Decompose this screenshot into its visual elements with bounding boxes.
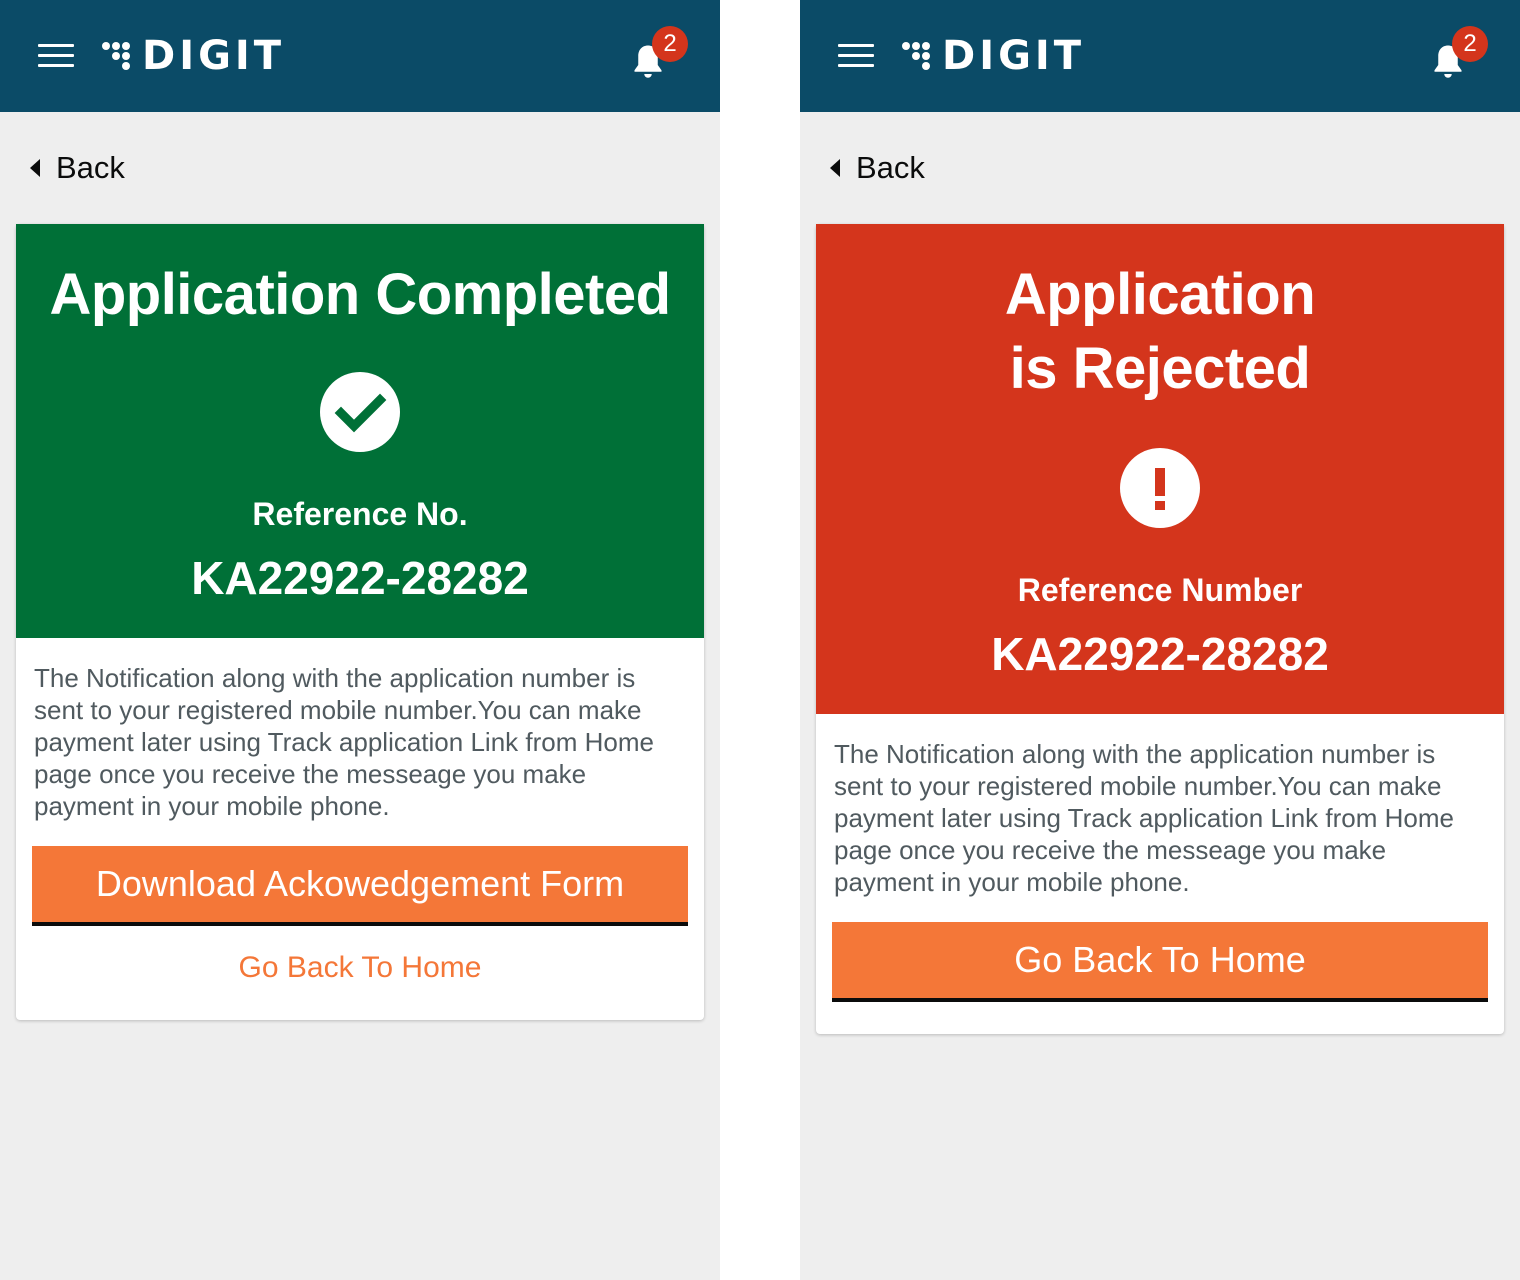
completed-screen: DIGIT 2 Back Application Completed Refer…	[0, 0, 720, 1280]
rejected-screen: DIGIT 2 Back Application is Rejected Ref…	[800, 0, 1520, 1280]
reference-number: KA22922-28282	[991, 628, 1329, 680]
top-bar: DIGIT 2	[800, 0, 1520, 112]
banner-title: Application Completed	[16, 258, 704, 332]
digit-logo: DIGIT	[100, 34, 285, 78]
back-link[interactable]: Back	[830, 148, 925, 188]
go-back-home-button[interactable]: Go Back To Home	[832, 922, 1488, 1002]
title-line-1: Application	[1004, 262, 1316, 327]
success-banner: Application Completed Reference No. KA22…	[16, 224, 704, 638]
reference-number: KA22922-28282	[191, 552, 529, 604]
notification-badge: 2	[1452, 26, 1488, 62]
menu-icon[interactable]	[38, 44, 74, 70]
digit-logo-icon	[102, 42, 130, 70]
back-label: Back	[856, 150, 925, 185]
back-label: Back	[56, 150, 125, 185]
menu-icon[interactable]	[838, 44, 874, 70]
chevron-left-icon	[830, 159, 840, 177]
info-message: The Notification along with the applicat…	[34, 663, 654, 821]
check-circle-icon	[320, 372, 400, 452]
reference-label: Reference No.	[252, 496, 468, 532]
go-back-home-link[interactable]: Go Back To Home	[16, 948, 704, 988]
banner-title: Application is Rejected	[816, 258, 1504, 406]
info-message: The Notification along with the applicat…	[834, 739, 1454, 897]
download-acknowledgement-button[interactable]: Download Ackowedgement Form	[32, 846, 688, 926]
title-text: Application Completed	[49, 262, 671, 327]
title-line-2: is Rejected	[1009, 336, 1311, 401]
logo-text: DIGIT	[942, 33, 1086, 79]
logo-text: DIGIT	[142, 33, 286, 79]
digit-logo-icon	[902, 42, 930, 70]
back-link[interactable]: Back	[30, 148, 125, 188]
result-card: Application Completed Reference No. KA22…	[16, 224, 704, 1020]
notification-badge: 2	[652, 26, 688, 62]
chevron-left-icon	[30, 159, 40, 177]
exclamation-circle-icon	[1120, 448, 1200, 528]
error-banner: Application is Rejected Reference Number…	[816, 224, 1504, 714]
digit-logo: DIGIT	[900, 34, 1085, 78]
reference-label: Reference Number	[1017, 572, 1303, 608]
result-card: Application is Rejected Reference Number…	[816, 224, 1504, 1034]
top-bar: DIGIT 2	[0, 0, 720, 112]
